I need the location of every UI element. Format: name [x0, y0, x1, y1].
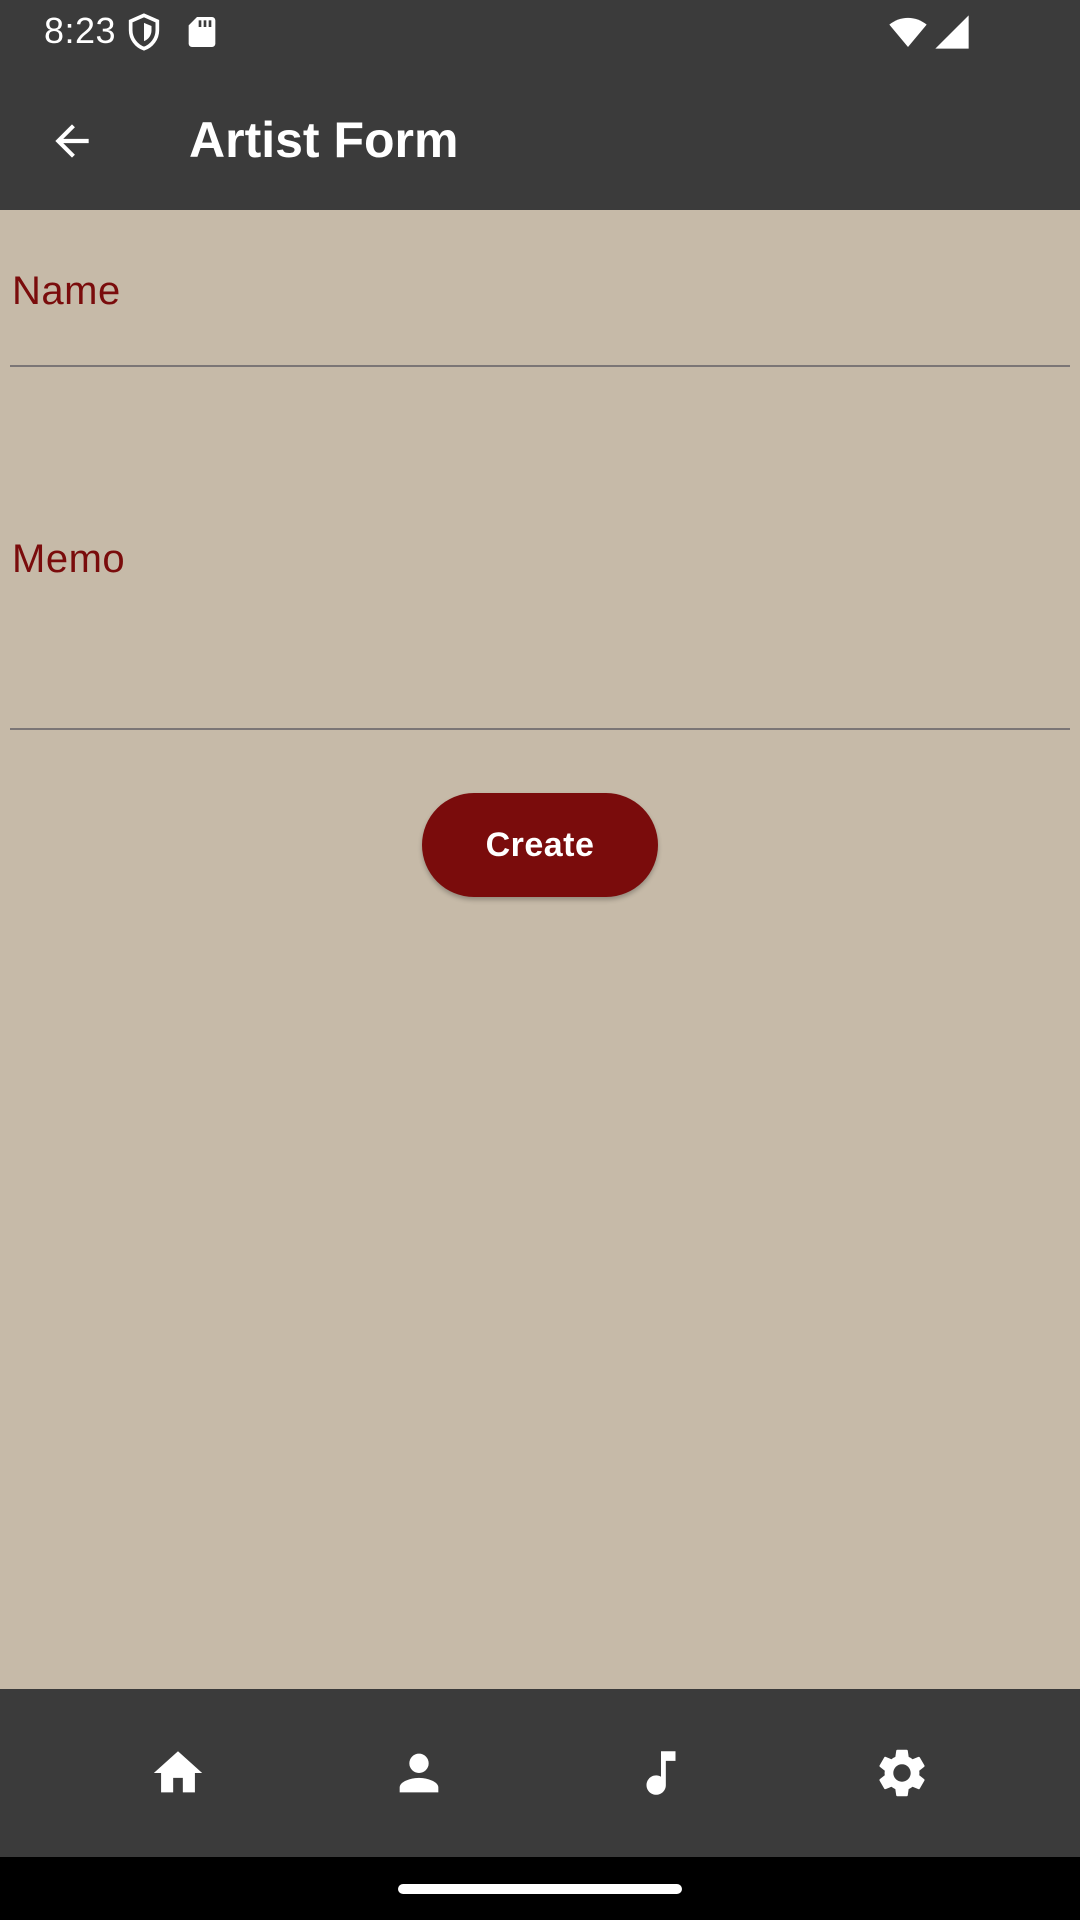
- gesture-navigation-area: [0, 1857, 1080, 1920]
- memo-field-underline: [10, 728, 1070, 730]
- status-time: 8:23: [44, 10, 117, 51]
- memo-field[interactable]: Memo: [10, 500, 1070, 735]
- settings-icon: [879, 1749, 925, 1797]
- back-button[interactable]: [34, 103, 110, 179]
- bottom-navigation: [0, 1689, 1080, 1857]
- shield-icon: [124, 12, 164, 52]
- page-title: Artist Form: [189, 112, 459, 168]
- app-bar: Artist Form: [0, 63, 1080, 210]
- memo-input[interactable]: [10, 595, 1070, 720]
- arrow-back-icon: [55, 124, 89, 158]
- name-input[interactable]: [10, 320, 1070, 370]
- music-note-icon: [646, 1751, 676, 1795]
- nav-item-music[interactable]: [541, 1689, 781, 1857]
- name-field-underline: [10, 365, 1070, 367]
- nav-item-artists[interactable]: [299, 1689, 539, 1857]
- gesture-handle[interactable]: [398, 1884, 682, 1894]
- cellular-signal-icon: [932, 12, 972, 52]
- nav-item-home[interactable]: [58, 1689, 298, 1857]
- wifi-icon: [888, 12, 928, 52]
- home-icon: [153, 1751, 203, 1793]
- name-field[interactable]: Name: [10, 210, 1070, 370]
- name-field-label: Name: [12, 269, 121, 313]
- create-button[interactable]: Create: [422, 793, 658, 897]
- app-screen: 8:23 Artist Form Name Memo Create: [0, 0, 1080, 1920]
- sd-card-icon: [182, 12, 222, 52]
- nav-item-settings[interactable]: [782, 1689, 1022, 1857]
- status-bar: 8:23: [0, 0, 1080, 63]
- memo-field-label: Memo: [12, 537, 126, 581]
- person-icon: [399, 1753, 439, 1793]
